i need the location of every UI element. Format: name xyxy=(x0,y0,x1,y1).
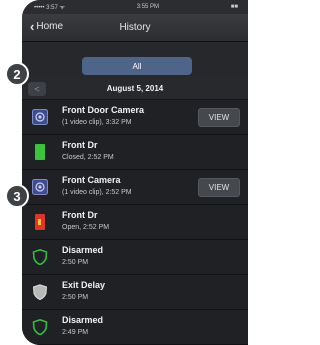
history-row[interactable]: Disarmed 2:49 PM xyxy=(22,310,248,345)
date-label: August 5, 2014 xyxy=(106,84,164,93)
filter-area: All xyxy=(22,42,248,78)
event-title: Front Camera xyxy=(62,175,121,185)
event-title: Front Door Camera xyxy=(62,105,145,115)
shield-disarmed-icon xyxy=(32,248,48,266)
carrier-signal: ••••• 3:57 ᯤ xyxy=(34,5,65,11)
view-button[interactable]: VIEW xyxy=(198,178,240,197)
event-subtitle: Closed, 2:52 PM xyxy=(62,154,114,161)
date-selector: < August 5, 2014 xyxy=(22,78,248,100)
event-title: Front Dr xyxy=(62,210,98,220)
history-row[interactable]: Disarmed 2:50 PM xyxy=(22,240,248,275)
event-subtitle: 2:50 PM xyxy=(62,259,89,266)
event-title: Disarmed xyxy=(62,315,104,325)
status-time: 3:55 PM xyxy=(136,4,160,10)
battery-icon: ■■ xyxy=(230,4,238,10)
shield-disarmed-icon xyxy=(32,318,48,336)
history-row[interactable]: Exit Delay 2:50 PM xyxy=(22,275,248,310)
history-row[interactable]: Front Camera (1 video clip), 2:52 PM VIEW xyxy=(22,170,248,205)
page-title: History xyxy=(119,22,151,33)
filter-all-button[interactable]: All xyxy=(82,57,192,75)
phone-screen: ••••• 3:57 ᯤ 3:55 PM ■■ ‹ Home History A… xyxy=(22,0,248,345)
event-title: Exit Delay xyxy=(62,280,106,290)
event-subtitle: (1 video clip), 3:32 PM xyxy=(62,119,132,126)
history-row[interactable]: Front Door Camera (1 video clip), 3:32 PM… xyxy=(22,100,248,135)
event-title: Disarmed xyxy=(62,245,104,255)
shield-delay-icon xyxy=(32,284,48,301)
history-row[interactable]: Front Dr Closed, 2:52 PM xyxy=(22,135,248,170)
camera-icon xyxy=(32,109,48,125)
event-subtitle: 2:50 PM xyxy=(62,294,89,301)
view-button[interactable]: VIEW xyxy=(198,108,240,127)
event-subtitle: 2:49 PM xyxy=(62,329,89,336)
history-list: Front Door Camera (1 video clip), 3:32 PM… xyxy=(22,100,248,345)
camera-icon xyxy=(32,179,48,195)
callout-badge: 3 xyxy=(5,184,29,208)
history-row[interactable]: Front Dr Open, 2:52 PM xyxy=(22,205,248,240)
event-title: Front Dr xyxy=(62,140,98,150)
door-open-icon xyxy=(32,214,48,230)
callout-badge: 2 xyxy=(5,62,29,86)
event-subtitle: (1 video clip), 2:52 PM xyxy=(62,189,132,196)
event-subtitle: Open, 2:52 PM xyxy=(62,224,110,231)
door-closed-icon xyxy=(32,144,48,160)
navigation-bar: ‹ Home History xyxy=(22,14,248,42)
status-bar: ••••• 3:57 ᯤ 3:55 PM ■■ xyxy=(22,0,248,14)
